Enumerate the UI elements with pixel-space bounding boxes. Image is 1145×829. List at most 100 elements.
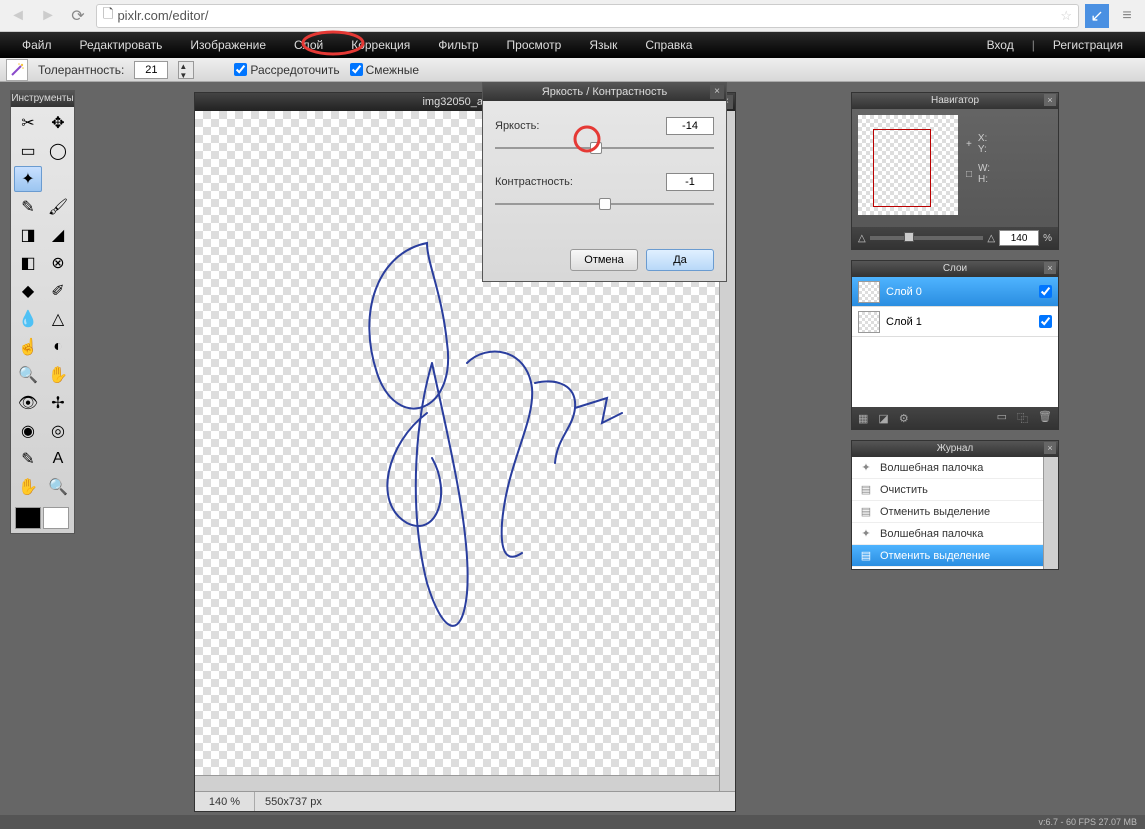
layer-name: Слой 0: [886, 286, 922, 298]
smudge-tool[interactable]: ☝: [14, 334, 42, 360]
layer-style-icon[interactable]: ▦: [858, 412, 868, 425]
gradient-tool[interactable]: ◧: [14, 250, 42, 276]
dodge-tool[interactable]: 🔍: [14, 362, 42, 388]
redeye-tool[interactable]: 👁: [14, 390, 42, 416]
color-swatches: [11, 503, 74, 533]
pencil-tool[interactable]: ✎: [14, 194, 42, 220]
navigator-preview[interactable]: [858, 115, 958, 215]
extension-icon[interactable]: ↙: [1085, 4, 1109, 28]
menu-file[interactable]: Файл: [8, 32, 66, 58]
blur-tool[interactable]: 💧: [14, 306, 42, 332]
type-tool[interactable]: A: [44, 446, 72, 472]
bookmark-icon[interactable]: ☆: [1060, 8, 1072, 24]
menu-image[interactable]: Изображение: [176, 32, 280, 58]
dialog-ok-button[interactable]: Да: [646, 249, 714, 271]
brightness-slider-thumb[interactable]: [590, 142, 602, 154]
menu-view[interactable]: Просмотр: [493, 32, 576, 58]
replace-tool[interactable]: ◆: [14, 278, 42, 304]
brush-tool[interactable]: 🖌: [44, 194, 72, 220]
layer-visibility-checkbox[interactable]: [1039, 315, 1052, 328]
navigator-close-button[interactable]: ×: [1044, 94, 1056, 106]
layer-settings-icon[interactable]: ⚙: [899, 412, 909, 425]
duplicate-layer-icon[interactable]: ⿻: [1017, 410, 1028, 426]
move-tool[interactable]: ✥: [44, 110, 72, 136]
sharpen-tool[interactable]: △: [44, 306, 72, 332]
zoom-out-icon[interactable]: △: [858, 233, 866, 244]
menu-language[interactable]: Язык: [575, 32, 631, 58]
eraser-tool[interactable]: ◨: [14, 222, 42, 248]
history-item[interactable]: ▤ Отменить выделение: [852, 501, 1043, 523]
nav-back-button[interactable]: ◄: [6, 4, 30, 28]
menu-filter[interactable]: Фильтр: [424, 32, 492, 58]
menu-help[interactable]: Справка: [631, 32, 706, 58]
bloat-tool[interactable]: ◉: [14, 418, 42, 444]
draw-tool[interactable]: ✐: [44, 278, 72, 304]
foreground-swatch[interactable]: [15, 507, 41, 529]
contrast-slider-thumb[interactable]: [599, 198, 611, 210]
hand-tool[interactable]: ✋: [14, 474, 42, 500]
navigator-zoom-slider[interactable]: [870, 236, 984, 240]
layers-title-text: Слои: [943, 263, 967, 274]
bucket-tool[interactable]: ◢: [44, 222, 72, 248]
contiguous-checkbox[interactable]: [350, 63, 363, 76]
history-close-button[interactable]: ×: [1044, 442, 1056, 454]
picker-tool[interactable]: ✎: [14, 446, 42, 472]
crop-tool[interactable]: ✂: [14, 110, 42, 136]
crosshair-icon: +: [966, 139, 972, 150]
dialog-cancel-button[interactable]: Отмена: [570, 249, 638, 271]
spot-tool[interactable]: ✢: [44, 390, 72, 416]
sponge-tool[interactable]: ◐: [44, 334, 72, 360]
history-title-text: Журнал: [937, 443, 974, 454]
clone-tool[interactable]: ⊗: [44, 250, 72, 276]
brightness-slider[interactable]: [495, 139, 714, 159]
layer-row[interactable]: Слой 1: [852, 307, 1058, 337]
menu-adjustment[interactable]: Коррекция: [337, 32, 424, 58]
navigator-zoom-thumb[interactable]: [904, 232, 914, 242]
lasso-tool[interactable]: ◯: [44, 138, 72, 164]
antialias-checkbox[interactable]: [234, 63, 247, 76]
zoom-tool[interactable]: 🔍: [44, 474, 72, 500]
contrast-input[interactable]: [666, 173, 714, 191]
navigator-viewport-rect[interactable]: [873, 129, 931, 207]
wand-icon: ✦: [858, 461, 874, 474]
menu-login[interactable]: Вход: [973, 38, 1028, 52]
tolerance-spinner[interactable]: ▲▼: [178, 61, 194, 79]
brightness-input[interactable]: [666, 117, 714, 135]
canvas-scrollbar-horizontal[interactable]: [195, 775, 719, 791]
history-item[interactable]: ▤ Очистить: [852, 479, 1043, 501]
dialog-close-button[interactable]: ×: [710, 85, 724, 99]
menu-icon[interactable]: ≡: [1115, 4, 1139, 28]
history-scrollbar[interactable]: [1043, 457, 1058, 569]
layer-visibility-checkbox[interactable]: [1039, 285, 1052, 298]
nav-forward-button[interactable]: ►: [36, 4, 60, 28]
menu-register[interactable]: Регистрация: [1039, 38, 1137, 52]
history-item[interactable]: ▤ Отменить выделение: [852, 545, 1043, 567]
zoom-in-icon[interactable]: △: [987, 233, 995, 244]
tools-panel: Инструменты ✂ ✥ ▭ ◯ ✦ ✎ 🖌 ◨ ◢ ◧ ⊗ ◆ ✐ 💧 …: [10, 90, 75, 534]
burn-tool[interactable]: ✋: [44, 362, 72, 388]
brightness-contrast-dialog: Яркость / Контрастность × Яркость: Контр…: [482, 82, 727, 282]
new-layer-icon[interactable]: ▭: [997, 410, 1007, 426]
empty-1: [44, 166, 72, 192]
option-antialias[interactable]: Рассредоточить: [234, 63, 339, 77]
option-contiguous[interactable]: Смежные: [350, 63, 419, 77]
url-bar[interactable]: 🗋 pixlr.com/editor/ ☆: [96, 4, 1079, 28]
contrast-slider[interactable]: [495, 195, 714, 215]
navigator-zoom-input[interactable]: [999, 230, 1039, 246]
layers-close-button[interactable]: ×: [1044, 262, 1056, 274]
delete-layer-icon[interactable]: 🗑: [1038, 410, 1052, 426]
menu-layer[interactable]: Слой: [280, 32, 337, 58]
menu-edit[interactable]: Редактировать: [66, 32, 177, 58]
wand-tool[interactable]: ✦: [14, 166, 42, 192]
history-item[interactable]: ✦ Волшебная палочка: [852, 523, 1043, 545]
background-swatch[interactable]: [43, 507, 69, 529]
tolerance-input[interactable]: [134, 61, 168, 79]
nav-reload-button[interactable]: ⟳: [66, 4, 90, 28]
clear-icon: ▤: [858, 483, 874, 496]
pinch-tool[interactable]: ◎: [44, 418, 72, 444]
nav-y-label: Y:: [978, 144, 987, 155]
layer-mask-icon[interactable]: ◪: [878, 412, 888, 425]
layer-row[interactable]: Слой 0: [852, 277, 1058, 307]
history-item[interactable]: ✦ Волшебная палочка: [852, 457, 1043, 479]
marquee-tool[interactable]: ▭: [14, 138, 42, 164]
